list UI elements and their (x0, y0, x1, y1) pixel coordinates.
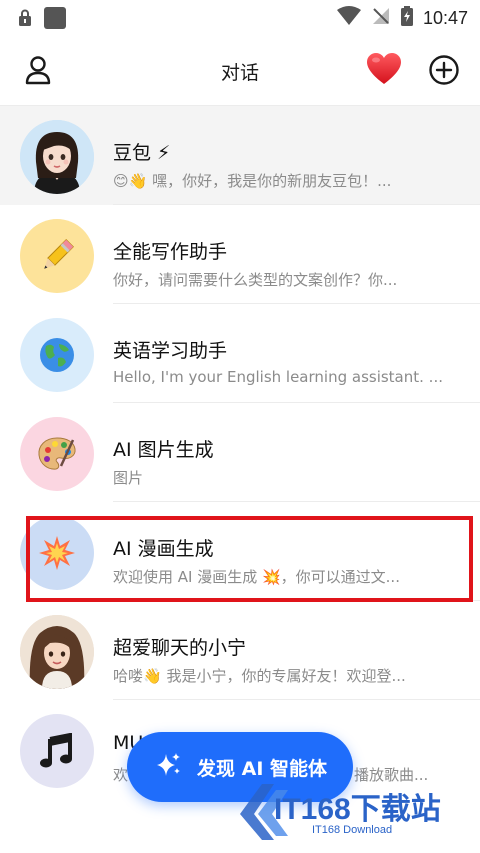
battery-icon (400, 6, 413, 30)
discover-agents-button[interactable]: 发现 AI 智能体 (127, 732, 353, 802)
doubao-avatar (20, 120, 94, 194)
watermark-subtext: IT168 Download (312, 824, 393, 836)
conversation-preview: Hello, I'm your English learning assista… (113, 368, 443, 386)
pencil-icon (20, 219, 94, 293)
conversation-preview: 😊👋 嘿，你好，我是你的新朋友豆包！... (113, 172, 392, 190)
conversation-item[interactable]: 全能写作助手 你好，请问需要什么类型的文案创作？你... (0, 205, 480, 304)
conversation-list: 豆包 ⚡ 😊👋 嘿，你好，我是你的新朋友豆包！... 全能写作助手 你好，请问需… (0, 106, 480, 799)
conversation-item[interactable]: 英语学习助手 Hello, I'm your English learning … (0, 304, 480, 403)
conversation-preview: 哈喽👋 我是小宁，你的专属好友！欢迎登... (113, 667, 406, 685)
conversation-item[interactable]: AI 图片生成 图片 (0, 403, 480, 502)
clock: 10:47 (422, 7, 468, 28)
conversation-preview: 你好，请问需要什么类型的文案创作？你... (113, 271, 398, 289)
conversation-name: AI 图片生成 (113, 439, 214, 461)
conversation-name: 英语学习助手 (113, 340, 228, 362)
sparkle-icon (155, 751, 183, 784)
music-note-icon (20, 714, 94, 788)
palette-icon (20, 417, 94, 491)
globe-icon (20, 318, 94, 392)
status-right: 10:47 (336, 6, 468, 30)
explosion-icon (20, 516, 94, 590)
xiaoning-avatar (20, 615, 94, 689)
status-bar: 10:47 (0, 0, 480, 34)
conversation-preview-tail: 播放歌曲... (354, 766, 429, 784)
wifi-icon (336, 6, 361, 30)
conversation-preview: 欢迎使用 AI 漫画生成 💥，你可以通过文... (113, 568, 400, 586)
conversation-name: 超爱聊天的小宁 (113, 637, 247, 659)
discover-agents-label: 发现 AI 智能体 (197, 757, 328, 780)
status-left (18, 7, 66, 33)
conversation-item[interactable]: 豆包 ⚡ 😊👋 嘿，你好，我是你的新朋友豆包！... (0, 106, 480, 205)
top-bar: 对话 (0, 34, 480, 106)
conversation-item[interactable]: 超爱聊天的小宁 哈喽👋 我是小宁，你的专属好友！欢迎登... (0, 601, 480, 700)
app-status-icon (44, 7, 66, 33)
no-signal-icon (371, 6, 391, 30)
conversation-item[interactable]: AI 漫画生成 欢迎使用 AI 漫画生成 💥，你可以通过文... (0, 502, 480, 601)
page-title: 对话 (220, 62, 259, 84)
add-icon (429, 55, 459, 85)
conversation-name: 全能写作助手 (113, 241, 228, 263)
conversation-name: AI 漫画生成 (113, 538, 214, 560)
conversation-name: 豆包 ⚡ (113, 142, 171, 164)
conversation-preview: 图片 (113, 469, 144, 487)
lock-status-icon (18, 9, 32, 31)
heart-icon[interactable] (366, 52, 402, 86)
add-chat-button[interactable] (428, 54, 460, 86)
